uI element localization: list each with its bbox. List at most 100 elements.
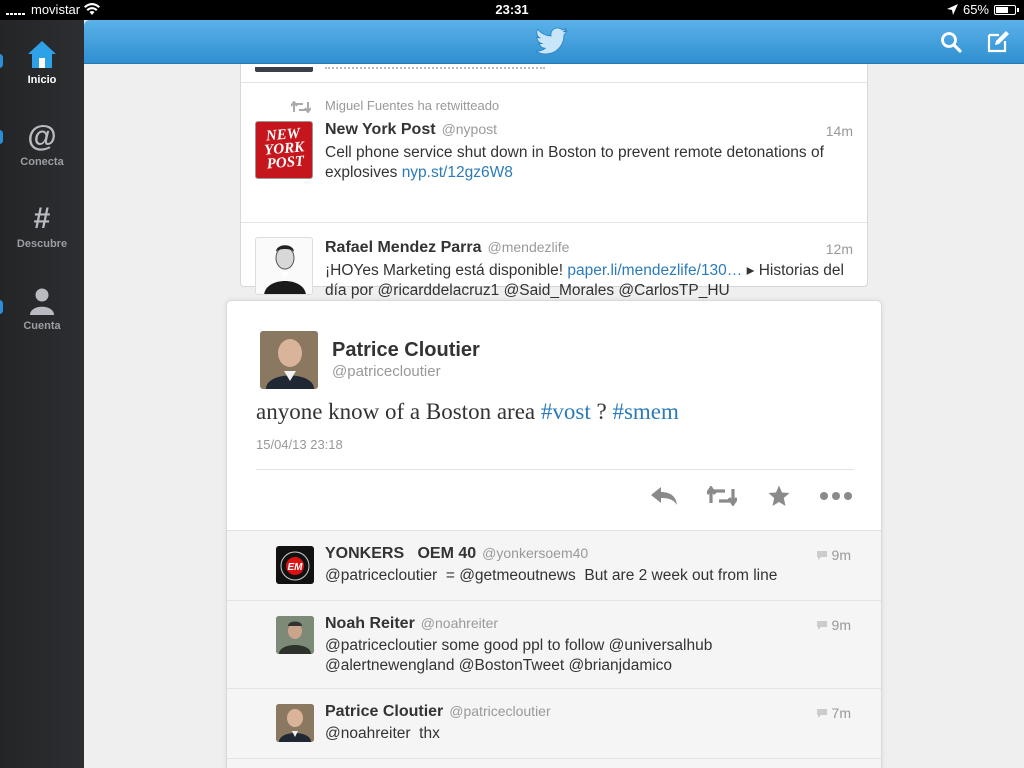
replies-list: EM YONKERS OEM 40 @yonkersoem40 9m @patri… (227, 530, 881, 768)
person-photo (276, 616, 314, 654)
tweet-link[interactable]: nyp.st/12gz6W8 (402, 164, 513, 181)
previous-tweet-avatar (255, 67, 313, 72)
battery-percent: 65% (962, 2, 989, 17)
twitter-bird-icon (536, 27, 568, 55)
avatar[interactable] (276, 616, 314, 654)
content-area: Miguel Fuentes ha retwitteado NEW YORK P… (84, 64, 1024, 768)
tweet-body: ¡HOYes Marketing está disponible! (325, 262, 568, 279)
retweeted-by-label: Miguel Fuentes ha retwitteado (325, 98, 500, 113)
avatar[interactable] (276, 704, 314, 742)
person-photo (260, 331, 318, 389)
tweet-time: 12m (825, 241, 853, 257)
author-avatar[interactable] (260, 331, 318, 389)
retweet-icon (291, 101, 311, 113)
avatar[interactable]: EM (276, 546, 314, 584)
sidebar: Inicio @ Conecta # Descubre Cuenta (0, 20, 84, 768)
reply-author[interactable]: Noah Reiter @noahreiter (325, 615, 498, 633)
reply-text: @patricecloutier = @getmeoutnews But are… (325, 567, 778, 584)
unread-indicator (0, 300, 3, 314)
tweet[interactable]: NEW YORK POST New York Post @nypost 14m C… (241, 115, 867, 227)
retweet-icon (707, 486, 737, 506)
favorite-star-icon (768, 485, 790, 506)
author-name: New York Post (325, 121, 436, 138)
sidebar-item-label: Descubre (16, 238, 68, 250)
status-time: 23:31 (495, 2, 529, 17)
hashtag-vost[interactable]: #vost (541, 399, 591, 424)
reply-bubble-icon (816, 550, 827, 560)
sidebar-item-label: Inicio (27, 74, 57, 86)
tweet-author[interactable]: Rafael Mendez Parra @mendezlife (325, 239, 569, 257)
tweet-body: Cell phone service shut down in Boston t… (325, 144, 824, 181)
more-button[interactable] (819, 481, 853, 511)
compose-icon[interactable] (986, 30, 1010, 54)
battery-icon (994, 4, 1019, 15)
author-handle: @nypost (441, 121, 498, 137)
nypost-logo-text: NEW YORK POST (263, 125, 305, 173)
at-icon: @ (27, 120, 57, 153)
reply-author[interactable]: Patrice Cloutier @patricecloutier (325, 703, 551, 721)
reply-time: 9m (816, 617, 851, 633)
tweet-text: anyone know of a Boston area #vost ? #sm… (256, 399, 679, 425)
author-name: YONKERS OEM 40 (325, 545, 477, 562)
tweet-timestamp: 15/04/13 23:18 (256, 437, 343, 452)
sidebar-item-label: Cuenta (23, 320, 61, 332)
author-name: Noah Reiter (325, 615, 415, 632)
hashtag-smem[interactable]: #smem (612, 399, 678, 424)
yonkers-oem-logo: EM (280, 551, 310, 581)
tweet-body-middle: ? (590, 399, 613, 424)
sidebar-item-inicio[interactable]: Inicio (0, 38, 84, 108)
search-icon[interactable] (940, 31, 962, 53)
unread-indicator (0, 130, 3, 144)
sidebar-item-descubre[interactable]: # Descubre (0, 202, 84, 272)
author-name: Patrice Cloutier (325, 703, 444, 720)
previous-tweet-text (325, 67, 545, 71)
author-name: Rafael Mendez Parra (325, 239, 482, 256)
time-label: 7m (831, 705, 851, 721)
tweet-time: 14m (825, 123, 853, 139)
tweet[interactable]: Rafael Mendez Parra @mendezlife 12m ¡HOYe… (241, 227, 867, 307)
home-icon (0, 38, 84, 72)
divider (241, 82, 867, 83)
reply-button[interactable] (647, 481, 681, 511)
tweet-author[interactable]: New York Post @nypost (325, 121, 497, 139)
sidebar-item-label: Conecta (20, 156, 64, 168)
reply-item[interactable]: Noah Reiter @noahreiter 9m @patriceclouti… (227, 601, 881, 689)
reply-author[interactable]: YONKERS OEM 40 @yonkersoem40 (325, 545, 588, 563)
tweet-detail-panel: Patrice Cloutier @patricecloutier anyone… (226, 300, 882, 768)
reply-text: @patricecloutier some good ppl to follow… (325, 637, 713, 674)
sidebar-item-cuenta[interactable]: Cuenta (0, 284, 84, 354)
author-handle: @mendezlife (487, 239, 570, 255)
reply-bubble-icon (816, 708, 827, 718)
author-handle: @patricecloutier (449, 703, 551, 719)
person-photo (264, 245, 306, 294)
tweet-text: ¡HOYes Marketing está disponible! paper.… (325, 261, 855, 301)
status-bar: movistar 23:31 65% (0, 0, 1024, 20)
divider (256, 469, 854, 470)
timeline-card: Miguel Fuentes ha retwitteado NEW YORK P… (240, 64, 868, 299)
reply-bubble-icon (816, 620, 827, 630)
more-icon (820, 492, 852, 500)
tweet-text: Cell phone service shut down in Boston t… (325, 143, 855, 183)
reply-item[interactable]: Patrice Cloutier @patricecloutier 7m @noa… (227, 689, 881, 759)
hash-icon: # (33, 202, 51, 235)
unread-indicator (0, 54, 3, 68)
avatar[interactable] (255, 237, 313, 295)
author-handle: @yonkersoem40 (482, 545, 589, 561)
tweet-body: anyone know of a Boston area (256, 399, 541, 424)
top-bar (84, 20, 1024, 64)
retweet-button[interactable] (705, 481, 739, 511)
avatar[interactable]: NEW YORK POST (255, 121, 313, 179)
favorite-button[interactable] (762, 481, 796, 511)
divider (241, 222, 867, 223)
reply-time: 9m (816, 547, 851, 563)
tweet-link[interactable]: paper.li/mendezlife/130… (567, 262, 742, 279)
author-name[interactable]: Patrice Cloutier (332, 339, 480, 362)
time-label: 9m (831, 547, 851, 563)
reply-item[interactable]: EM YONKERS OEM 40 @yonkersoem40 9m @patri… (227, 531, 881, 601)
author-handle: @noahreiter (420, 615, 499, 631)
sidebar-item-conecta[interactable]: @ Conecta (0, 120, 84, 190)
time-label: 9m (831, 617, 851, 633)
reply-text: @noahreiter thx (325, 725, 440, 742)
author-handle[interactable]: @patricecloutier (332, 363, 441, 380)
logo-text: EM (288, 562, 304, 573)
